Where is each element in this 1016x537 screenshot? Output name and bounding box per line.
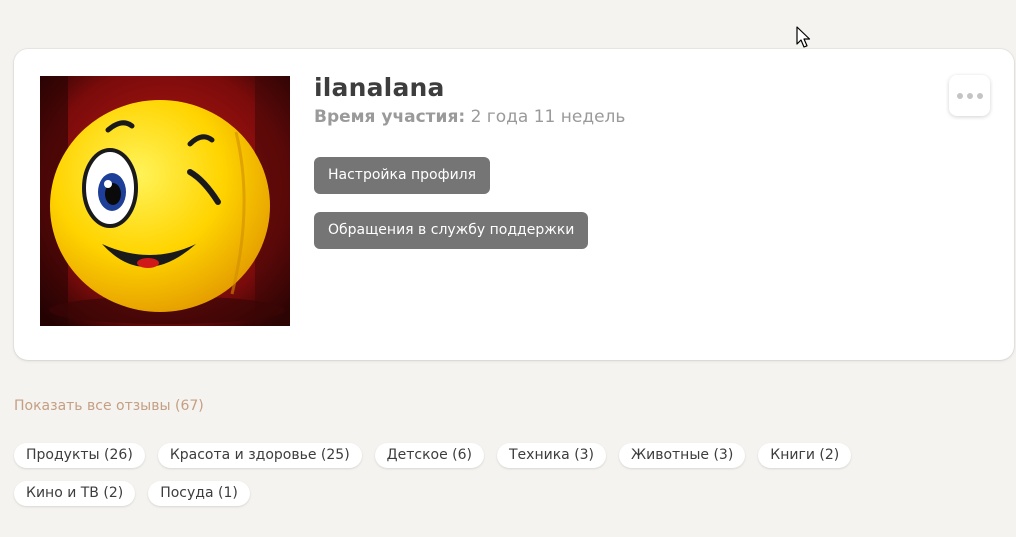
tag-kids[interactable]: Детское (6) (374, 443, 484, 468)
more-options-button[interactable] (949, 75, 990, 116)
membership-duration: Время участия: 2 года 11 недель (314, 107, 625, 127)
support-requests-button[interactable]: Обращения в службу поддержки (314, 212, 589, 249)
show-all-reviews-link[interactable]: Показать все отзывы (67) (14, 398, 204, 414)
tag-movies-tv[interactable]: Кино и ТВ (2) (14, 481, 136, 506)
avatar (40, 76, 290, 326)
profile-card: ilanalana Время участия: 2 года 11 недел… (14, 49, 1014, 360)
category-tags: Продукты (26) Красота и здоровье (25) Де… (14, 443, 1004, 519)
tag-books[interactable]: Книги (2) (758, 443, 852, 468)
tag-dishes[interactable]: Посуда (1) (148, 481, 250, 506)
tag-row: Кино и ТВ (2) Посуда (1) (14, 481, 1004, 506)
tag-row: Продукты (26) Красота и здоровье (25) Де… (14, 443, 1004, 468)
profile-settings-button[interactable]: Настройка профиля (314, 157, 491, 194)
mouse-pointer-icon (796, 26, 811, 48)
username: ilanalana (314, 73, 445, 102)
more-dots-icon (956, 92, 963, 99)
tag-beauty-health[interactable]: Красота и здоровье (25) (157, 443, 362, 468)
tag-tech[interactable]: Техника (3) (497, 443, 607, 468)
tag-animals[interactable]: Животные (3) (619, 443, 746, 468)
membership-label: Время участия: (314, 107, 466, 127)
membership-value: 2 года 11 недель (470, 107, 626, 127)
tag-products[interactable]: Продукты (26) (14, 443, 145, 468)
